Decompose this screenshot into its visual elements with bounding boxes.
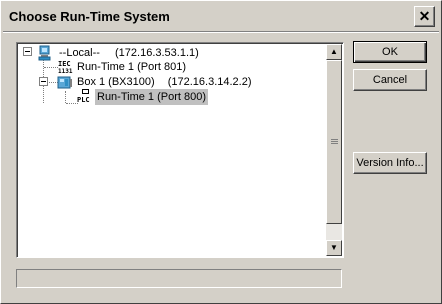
tree-node-label: Run-Time 1 (Port 800) [95, 89, 209, 105]
grip-line [331, 143, 338, 144]
chevron-down-icon: ▼ [330, 243, 338, 252]
collapse-local-toggle[interactable] [23, 47, 32, 56]
cancel-button[interactable]: Cancel [353, 69, 427, 91]
version-info-button[interactable]: Version Info... [353, 152, 427, 174]
tree-node-label: Box 1 (BX3100) [77, 76, 155, 88]
tree-node-runtime-801[interactable]: Run-Time 1 (Port 801) [75, 59, 188, 75]
title-separator [3, 31, 439, 33]
grip-line [331, 141, 338, 142]
runtime-tree[interactable]: --Local-- (172.16.3.53.1.1) IEC 1131 Run-… [16, 42, 344, 258]
tree-node-runtime-800[interactable]: Run-Time 1 (Port 800) [95, 89, 209, 105]
grip-line [331, 139, 338, 140]
collapse-box-toggle[interactable] [39, 77, 48, 86]
window-title: Choose Run-Time System [9, 9, 170, 24]
tree-node-box1[interactable]: Box 1 (BX3100) (172.16.3.14.2.2) [75, 74, 254, 90]
tree-content: --Local-- (172.16.3.53.1.1) IEC 1131 Run-… [19, 45, 325, 255]
scroll-thumb[interactable] [326, 60, 342, 224]
status-field [16, 269, 342, 288]
tree-node-address: (172.16.3.14.2.2) [167, 76, 252, 88]
device-box-icon [57, 76, 72, 89]
ok-button[interactable]: OK [353, 41, 427, 63]
close-icon: ✕ [418, 8, 431, 24]
tree-connector [44, 67, 58, 68]
dialog-window: Choose Run-Time System ✕ --Local-- (172.… [0, 0, 442, 304]
tree-connector [65, 91, 66, 103]
scroll-up-button[interactable]: ▲ [326, 44, 342, 60]
plc-runtime-icon: PLC [77, 89, 93, 105]
scroll-down-button[interactable]: ▼ [326, 240, 342, 256]
title-bar[interactable]: Choose Run-Time System ✕ [3, 3, 439, 31]
computer-icon [38, 45, 51, 61]
tree-node-label: Run-Time 1 (Port 801) [77, 61, 187, 73]
tree-vertical-scrollbar[interactable]: ▲ ▼ [326, 44, 342, 256]
chevron-up-icon: ▲ [330, 47, 338, 56]
close-button[interactable]: ✕ [414, 6, 435, 27]
